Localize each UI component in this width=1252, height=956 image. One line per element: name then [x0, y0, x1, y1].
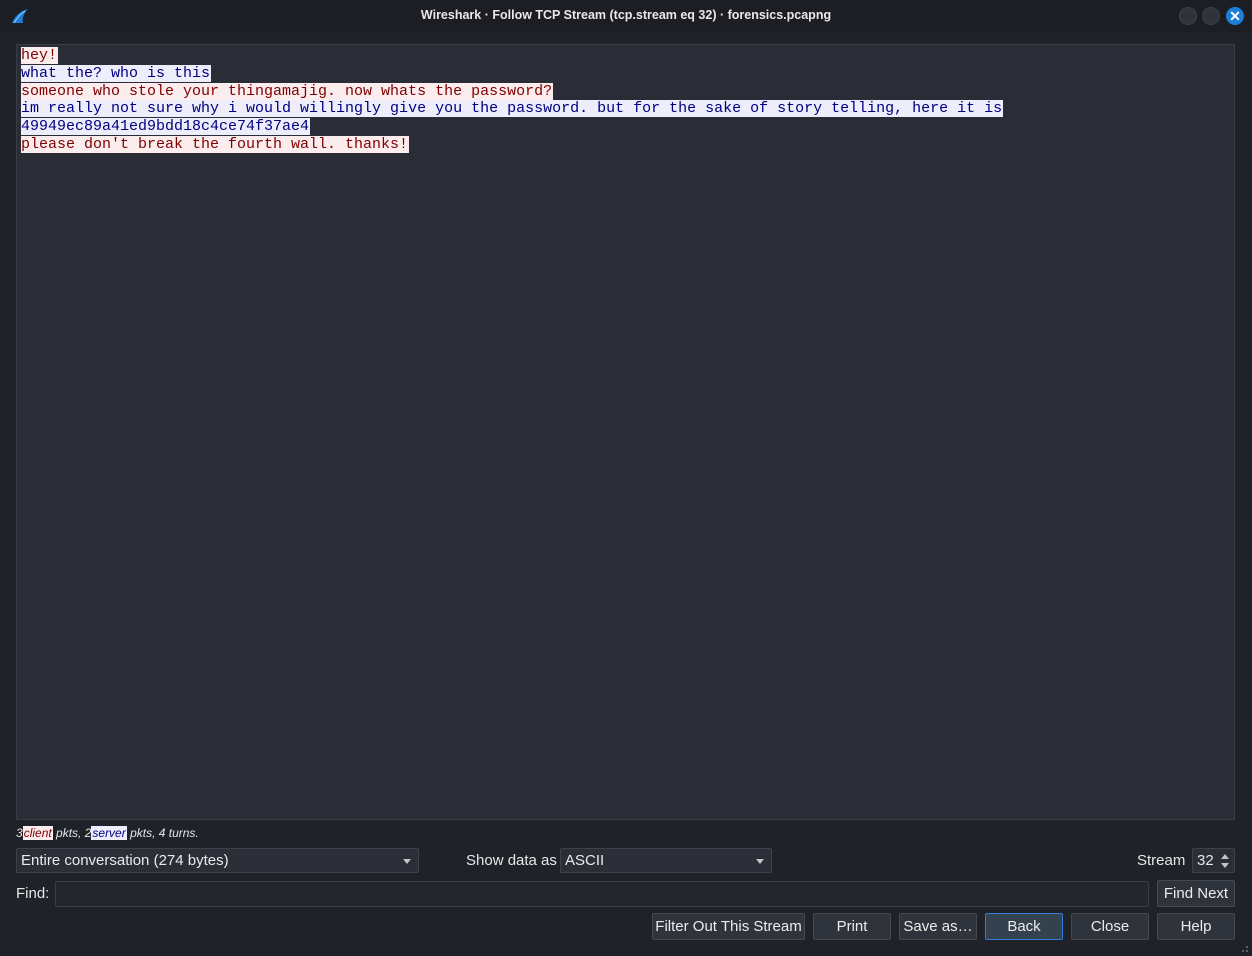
save-as-button[interactable]: Save as… [899, 913, 977, 940]
title-bar: Wireshark · Follow TCP Stream (tcp.strea… [0, 0, 1252, 32]
stream-line-server: what the? who is this [21, 64, 1230, 83]
resize-grip-icon[interactable] [1239, 943, 1249, 953]
stream-line-text: what the? who is this [21, 64, 212, 82]
filter-out-stream-button[interactable]: Filter Out This Stream [652, 913, 805, 940]
stream-line-server: 49949ec89a41ed9bdd18c4ce74f37ae4 [21, 118, 1230, 136]
show-data-as-value: ASCII [565, 852, 605, 869]
stream-line-server: im really not sure why i would willingly… [21, 100, 1230, 118]
dropdown-arrow-icon [403, 859, 411, 864]
stream-number-spinbox[interactable]: 32 [1192, 848, 1235, 873]
stats-tail: pkts, 4 turns. [126, 826, 199, 840]
server-tag: server [91, 826, 127, 840]
find-next-button[interactable]: Find Next [1157, 880, 1235, 907]
show-data-as-label: Show data as [466, 852, 557, 869]
spin-up-icon[interactable] [1221, 854, 1229, 859]
show-data-as-select[interactable]: ASCII [560, 848, 772, 873]
close-icon[interactable]: ✕ [1226, 7, 1244, 25]
maximize-icon[interactable] [1202, 7, 1220, 25]
minimize-icon[interactable] [1179, 7, 1197, 25]
stream-line-client: hey! [21, 47, 1230, 65]
dropdown-arrow-icon [756, 859, 764, 864]
stream-number-value: 32 [1197, 852, 1214, 869]
stream-line-text: please don't break the fourth wall. than… [21, 135, 410, 153]
client-count: 3 [16, 826, 23, 840]
stream-line-client: please don't break the fourth wall. than… [21, 135, 1230, 154]
find-label: Find: [16, 885, 50, 902]
stream-line-text: im really not sure why i would willingly… [21, 100, 1004, 118]
stream-line-client: someone who stole your thingamajig. now … [21, 82, 1230, 101]
stream-stats: 3client pkts, 2server pkts, 4 turns. [16, 826, 199, 840]
stream-line-text: someone who stole your thingamajig. now … [21, 82, 554, 100]
back-button[interactable]: Back [985, 913, 1063, 940]
stream-line-text: 49949ec89a41ed9bdd18c4ce74f37ae4 [21, 118, 311, 136]
conversation-select-value: Entire conversation (274 bytes) [21, 852, 229, 869]
window-title: Wireshark · Follow TCP Stream (tcp.strea… [420, 8, 832, 22]
help-button[interactable]: Help [1157, 913, 1235, 940]
stream-label: Stream [1137, 852, 1186, 869]
close-button[interactable]: Close [1071, 913, 1149, 940]
print-button[interactable]: Print [813, 913, 891, 940]
conversation-select[interactable]: Entire conversation (274 bytes) [16, 848, 419, 873]
client-tag: client [22, 826, 53, 840]
stats-mid: pkts, 2 [52, 826, 92, 840]
stream-text-view[interactable]: hey! what the? who is this someone who sto… [16, 44, 1235, 820]
spin-down-icon[interactable] [1221, 863, 1229, 868]
find-input[interactable] [55, 881, 1149, 907]
stream-line-text: hey! [21, 47, 59, 64]
